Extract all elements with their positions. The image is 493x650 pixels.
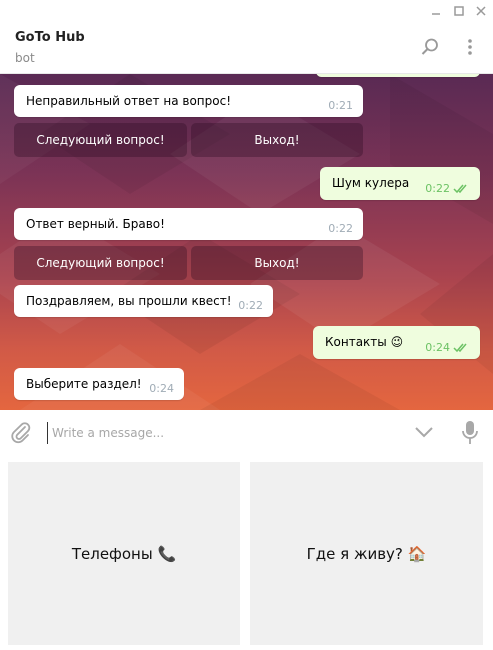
message-bubble-outgoing: Контакты 😉 0:24 — [313, 326, 480, 359]
message-bubble-incoming: Выберите раздел! 0:24 — [14, 368, 184, 400]
message-text: Шум кулера — [332, 176, 410, 190]
message-bubble-incoming: Поздравляем, вы прошли квест! 0:22 — [14, 285, 273, 317]
message-bubble-outgoing: Шум кулера 0:22 — [320, 167, 480, 200]
paperclip-icon[interactable] — [9, 421, 33, 445]
message-time: 0:21 — [328, 99, 353, 112]
minimize-icon[interactable] — [428, 3, 444, 19]
maximize-icon[interactable] — [451, 3, 467, 19]
chat-header: GoTo Hub bot — [0, 22, 493, 74]
message-text: Выберите раздел! — [26, 377, 142, 391]
message-time: 0:22 — [238, 299, 263, 312]
chat-title[interactable]: GoTo Hub — [15, 30, 85, 45]
reply-button-location[interactable]: Где я живу? 🏠 — [250, 462, 483, 645]
message-time: 0:24 — [425, 341, 450, 354]
chevron-down-icon[interactable] — [413, 424, 435, 440]
inline-button-exit[interactable]: Выход! — [191, 246, 363, 280]
double-check-icon — [453, 184, 467, 194]
inline-button-next-question[interactable]: Следующий вопрос! — [14, 123, 187, 157]
chat-subtitle: bot — [15, 51, 35, 65]
double-check-icon — [453, 343, 467, 353]
search-icon[interactable] — [419, 36, 441, 58]
microphone-icon[interactable] — [460, 420, 480, 446]
message-text: Контакты 😉 — [325, 335, 404, 349]
message-time: 0:22 — [425, 182, 450, 195]
more-vertical-icon[interactable] — [459, 36, 481, 58]
inline-button-next-question[interactable]: Следующий вопрос! — [14, 246, 187, 280]
message-bubble-incoming: Ответ верный. Браво! 0:22 — [14, 208, 363, 240]
window-titlebar — [0, 0, 493, 22]
message-history[interactable]: Неправильный ответ на вопрос! 0:21 Следу… — [0, 74, 493, 410]
message-text: Ответ верный. Браво! — [26, 217, 165, 231]
message-bubble-partial — [316, 74, 480, 77]
message-composer — [0, 410, 493, 455]
close-icon[interactable] — [473, 3, 489, 19]
inline-button-exit[interactable]: Выход! — [191, 123, 363, 157]
reply-keyboard: Телефоны 📞 Где я живу? 🏠 — [0, 455, 493, 650]
message-bubble-incoming: Неправильный ответ на вопрос! 0:21 — [14, 85, 363, 117]
reply-button-phones[interactable]: Телефоны 📞 — [8, 462, 240, 645]
message-text: Поздравляем, вы прошли квест! — [26, 294, 232, 308]
message-input[interactable] — [47, 422, 402, 444]
message-text: Неправильный ответ на вопрос! — [26, 94, 232, 108]
message-time: 0:22 — [328, 222, 353, 235]
message-time: 0:24 — [149, 382, 174, 395]
